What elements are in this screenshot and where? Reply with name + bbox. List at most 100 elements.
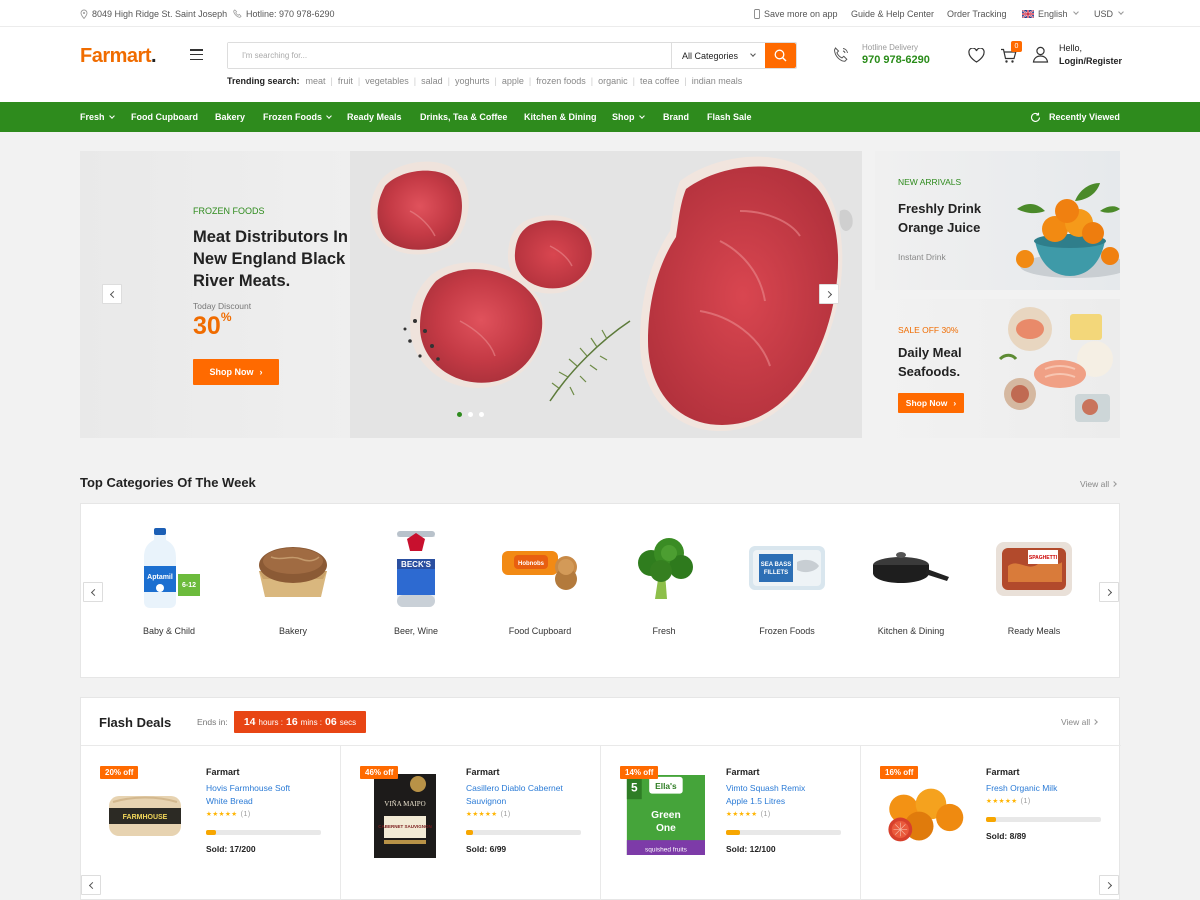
- search-button[interactable]: [765, 43, 796, 68]
- product-card[interactable]: 5 Ella's Green One squished fruits 14% off F…: [601, 746, 861, 900]
- help-center-link[interactable]: Guide & Help Center: [851, 0, 934, 27]
- product-card[interactable]: 16% off Farmart Fresh Organic Milk ★★★★★…: [861, 746, 1121, 900]
- menu-icon[interactable]: [190, 49, 203, 60]
- star-icons: ★★★★★: [206, 811, 238, 818]
- flash-prev-arrow[interactable]: [81, 875, 101, 895]
- top-bar: 8049 High Ridge St. Saint Joseph Hotline…: [0, 0, 1200, 27]
- nav-item-kitchen-dining[interactable]: Kitchen & Dining: [524, 102, 597, 132]
- language-selector[interactable]: English: [1022, 0, 1079, 27]
- category-name: Ready Meals: [1007, 626, 1061, 636]
- product-name[interactable]: Vimto Squash Remix Apple 1.5 Litres: [726, 782, 826, 807]
- nav-item-drinks[interactable]: Drinks, Tea & Coffee: [420, 102, 507, 132]
- trending-item[interactable]: salad: [421, 76, 443, 86]
- nav-item-food-cupboard[interactable]: Food Cupboard: [131, 102, 198, 132]
- wishlist-icon[interactable]: [968, 48, 985, 63]
- side-banner-orange-juice[interactable]: NEW ARRIVALS Freshly Drink Orange Juice …: [875, 151, 1120, 290]
- slide-dot[interactable]: [457, 412, 462, 417]
- trending-item[interactable]: frozen foods: [536, 76, 586, 86]
- product-name[interactable]: Fresh Organic Milk: [986, 782, 1086, 795]
- slide-dot[interactable]: [468, 412, 473, 417]
- hero-shop-now-button[interactable]: Shop Now ›: [193, 359, 279, 385]
- nav-item-brand[interactable]: Brand: [663, 102, 689, 132]
- flash-next-arrow[interactable]: [1099, 875, 1119, 895]
- product-rating: ★★★★★ (1): [206, 810, 251, 819]
- meat-steaks-image: [350, 151, 862, 438]
- oranges-image: [885, 770, 965, 860]
- nav-item-label: Frozen Foods: [263, 112, 322, 122]
- trending-item[interactable]: indian meals: [692, 76, 743, 86]
- timer-mins-label: mins :: [300, 717, 323, 727]
- save-app-link[interactable]: Save more on app: [754, 0, 838, 27]
- svg-text:FILLETS: FILLETS: [764, 570, 788, 576]
- trending-item[interactable]: organic: [598, 76, 628, 86]
- chevron-right-icon: [1092, 719, 1098, 725]
- categories-prev-arrow[interactable]: [83, 582, 103, 602]
- categories-next-arrow[interactable]: [1099, 582, 1119, 602]
- product-card[interactable]: FARMHOUSE 20% off Farmart Hovis Farmhous…: [81, 746, 341, 900]
- star-icons: ★★★★★: [466, 811, 498, 818]
- nav-item-frozen-foods[interactable]: Frozen Foods: [263, 102, 332, 132]
- side-banner-seafoods[interactable]: SALE OFF 30% Daily Meal Seafoods. Shop N…: [875, 299, 1120, 438]
- category-ready-meals[interactable]: SPAGHETTI Ready Meals: [972, 504, 1096, 679]
- category-frozen-foods[interactable]: SEA BASS FILLETS Frozen Foods: [725, 504, 849, 679]
- order-tracking-link[interactable]: Order Tracking: [947, 0, 1007, 27]
- product-rating: ★★★★★ (1): [986, 797, 1031, 806]
- category-baby-child[interactable]: Aptamil 6-12 Baby & Child: [107, 504, 231, 679]
- account-menu[interactable]: Hello, Login/Register: [1032, 43, 1122, 66]
- nav-item-ready-meals[interactable]: Ready Meals: [347, 102, 402, 132]
- mobile-icon: [754, 8, 760, 19]
- currency-selector[interactable]: USD: [1094, 0, 1124, 27]
- sold-progress-fill: [206, 830, 216, 835]
- broccoli-image: [624, 526, 704, 610]
- login-register-link[interactable]: Login/Register: [1059, 56, 1122, 66]
- chevron-right-icon: ›: [953, 398, 957, 408]
- hero-discount-value: 30%: [193, 310, 231, 341]
- flash-deals-section: Flash Deals Ends in: 14 hours : 16 mins : …: [80, 697, 1121, 900]
- category-food-cupboard[interactable]: Hobnobs Food Cupboard: [478, 504, 602, 679]
- phone-icon: [233, 9, 242, 18]
- hero-next-arrow[interactable]: [819, 284, 839, 304]
- sold-progress-bar: [466, 830, 581, 835]
- logo[interactable]: Farmart.: [80, 45, 157, 68]
- discount-badge: 46% off: [360, 766, 399, 779]
- search-input[interactable]: [228, 43, 671, 68]
- nav-item-fresh[interactable]: Fresh: [80, 102, 115, 132]
- hotline-delivery[interactable]: Hotline Delivery 970 978-6290: [832, 43, 930, 66]
- category-bakery[interactable]: Bakery: [231, 504, 355, 679]
- chevron-down-icon: [1118, 9, 1124, 15]
- category-fresh[interactable]: Fresh: [602, 504, 726, 679]
- trending-item[interactable]: yoghurts: [455, 76, 490, 86]
- timer-hours-label: hours :: [258, 717, 283, 727]
- chevron-down-icon: [108, 112, 115, 119]
- nav-item-shop[interactable]: Shop: [612, 102, 645, 132]
- review-count: (1): [500, 810, 511, 818]
- chevron-right-icon: ›: [259, 367, 263, 377]
- product-name[interactable]: Casillero Diablo Cabernet Sauvignon: [466, 782, 566, 807]
- svg-text:Hobnobs: Hobnobs: [518, 561, 545, 567]
- user-icon: [1032, 46, 1049, 63]
- nav-item-flash-sale[interactable]: Flash Sale: [707, 102, 752, 132]
- trending-item[interactable]: apple: [502, 76, 524, 86]
- hero-prev-arrow[interactable]: [102, 284, 122, 304]
- trending-item[interactable]: fruit: [338, 76, 353, 86]
- nav-item-bakery[interactable]: Bakery: [215, 102, 245, 132]
- slide-dot[interactable]: [479, 412, 484, 417]
- banner-shop-now-button[interactable]: Shop Now ›: [898, 393, 964, 413]
- category-beer-wine[interactable]: BECK'S Beer, Wine: [354, 504, 478, 679]
- trending-item[interactable]: meat: [306, 76, 326, 86]
- seafood-platter-image: [998, 307, 1113, 422]
- nav-item-label: Shop: [612, 112, 635, 122]
- product-name[interactable]: Hovis Farmhouse Soft White Bread: [206, 782, 306, 807]
- chevron-down-icon: [638, 112, 645, 119]
- recently-viewed[interactable]: Recently Viewed: [1030, 102, 1120, 132]
- category-select[interactable]: All Categories: [671, 43, 765, 68]
- timer-secs-label: secs: [339, 717, 357, 727]
- trending-item[interactable]: tea coffee: [640, 76, 679, 86]
- hero-title: Meat Distributors In New England Black R…: [193, 228, 348, 290]
- product-card[interactable]: VIÑA MAIPO CABERNET SAUVIGNON 46% off Far…: [341, 746, 601, 900]
- svg-text:One: One: [656, 823, 676, 834]
- category-kitchen-dining[interactable]: Kitchen & Dining: [849, 504, 973, 679]
- categories-view-all[interactable]: View all: [1080, 479, 1117, 489]
- trending-item[interactable]: vegetables: [365, 76, 409, 86]
- flash-view-all[interactable]: View all: [1061, 717, 1098, 727]
